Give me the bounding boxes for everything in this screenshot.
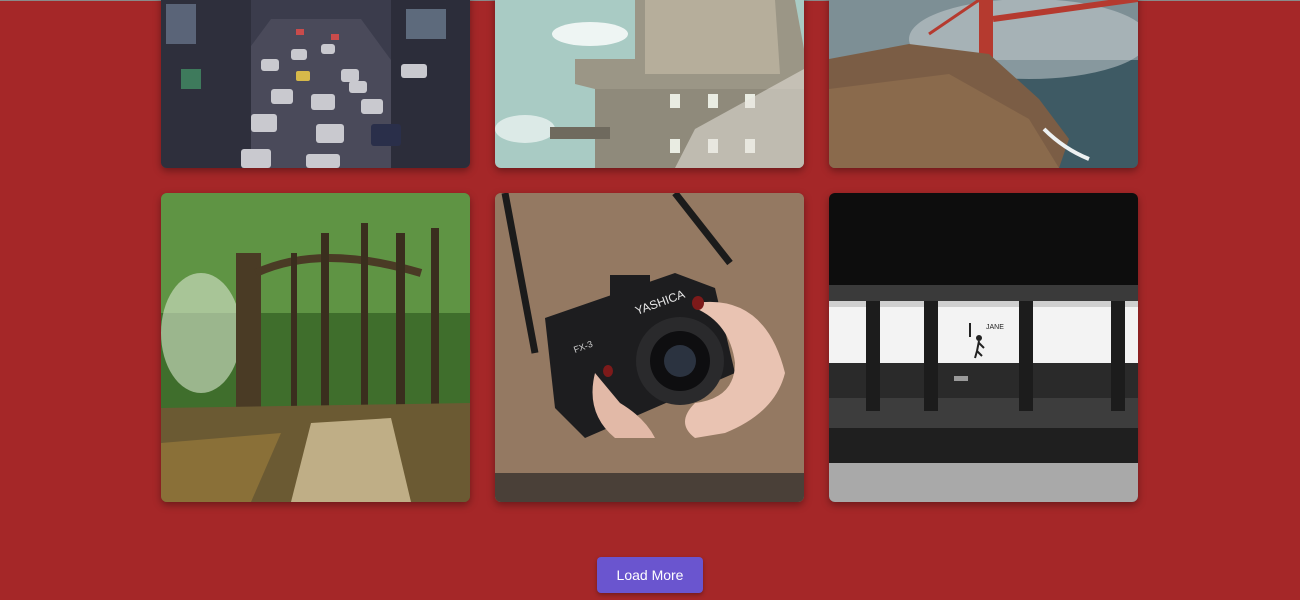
photo-golden-gate[interactable] (829, 0, 1138, 168)
photo-subway-platform[interactable]: JANE (829, 193, 1138, 502)
photo-gallery: YASHICA FX-3 JANE (161, 0, 1138, 502)
concrete-tower-image (495, 0, 804, 168)
photo-city-traffic[interactable] (161, 0, 470, 168)
load-more-button[interactable]: Load More (596, 557, 704, 593)
photo-concrete-tower[interactable] (495, 0, 804, 168)
subway-platform-image: JANE (829, 193, 1138, 502)
subway-sign-label: JANE (986, 324, 1004, 331)
forest-path-image (161, 193, 470, 502)
golden-gate-image (829, 0, 1138, 168)
load-more-container: Load More (0, 557, 1300, 593)
city-traffic-image (161, 0, 470, 168)
photo-forest-path[interactable] (161, 193, 470, 502)
camera-hands-image: YASHICA FX-3 (495, 193, 804, 502)
photo-camera-hands[interactable]: YASHICA FX-3 (495, 193, 804, 502)
